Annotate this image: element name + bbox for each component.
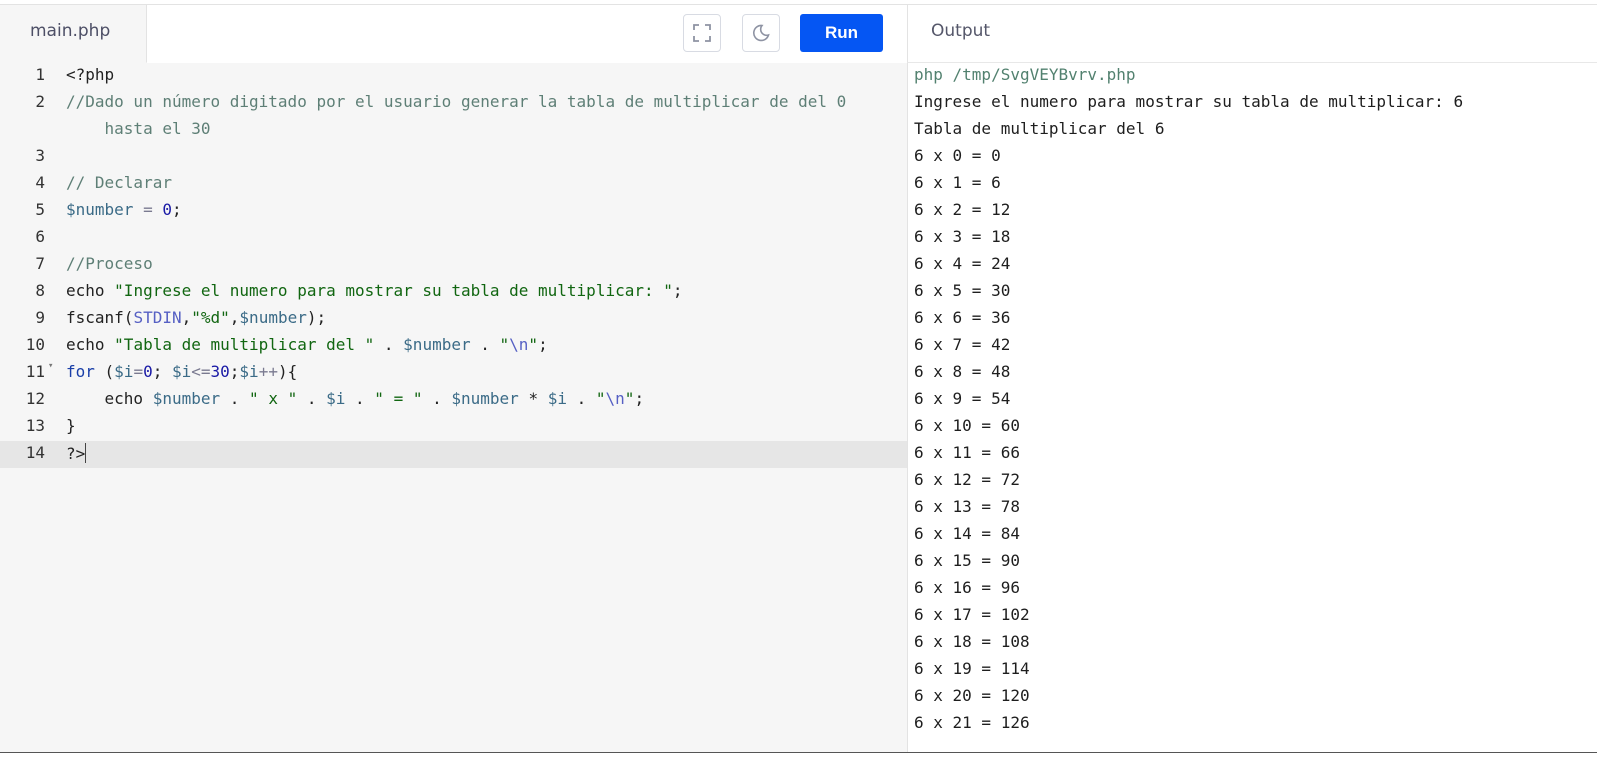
line-number: 5 — [35, 200, 45, 219]
output-line: Tabla de multiplicar del 6 — [914, 119, 1165, 138]
output-line: 6 x 7 = 42 — [914, 335, 1011, 354]
code-line[interactable]: 10 echo "Tabla de multiplicar del " . $nu… — [0, 333, 907, 360]
code-line[interactable]: 1 <?php — [0, 63, 907, 90]
code-text: echo $number . " x " . $i . " = " . $num… — [66, 389, 645, 408]
fullscreen-button[interactable] — [683, 14, 721, 52]
editor-toolbar: main.php Run — [0, 5, 907, 64]
code-line[interactable]: 3 — [0, 144, 907, 171]
line-number: 10 — [25, 335, 45, 354]
code-line[interactable]: 11 ▾ for ($i=0; $i<=30;$i++){ — [0, 360, 907, 387]
fullscreen-icon — [693, 24, 711, 42]
text-cursor — [85, 443, 87, 463]
output-line: 6 x 16 = 96 — [914, 578, 1020, 597]
output-line: 6 x 15 = 90 — [914, 551, 1020, 570]
code-text: //Dado un número digitado por el usuario… — [66, 92, 847, 111]
output-line: 6 x 9 = 54 — [914, 389, 1011, 408]
output-line: 6 x 3 = 18 — [914, 227, 1011, 246]
code-line[interactable]: 5 $number = 0; — [0, 198, 907, 225]
output-line: 6 x 11 = 66 — [914, 443, 1020, 462]
code-text: // Declarar — [66, 173, 172, 192]
code-editor[interactable]: 1 <?php 2 //Dado un número digitado por el … — [0, 63, 907, 767]
output-line: 6 x 13 = 78 — [914, 497, 1020, 516]
code-line[interactable]: 2 //Dado un número digitado por el usuari… — [0, 90, 907, 117]
code-text: echo "Tabla de multiplicar del " . $numb… — [66, 335, 548, 354]
output-line: 6 x 18 = 108 — [914, 632, 1030, 651]
line-number: 3 — [35, 146, 45, 165]
output-line: 6 x 20 = 120 — [914, 686, 1030, 705]
fold-arrow-icon[interactable]: ▾ — [48, 361, 53, 371]
line-number: 1 — [35, 65, 45, 84]
tab-label: main.php — [30, 21, 111, 41]
output-line: 6 x 17 = 102 — [914, 605, 1030, 624]
code-line[interactable]: hasta el 30 — [0, 117, 907, 144]
line-number: 13 — [25, 416, 45, 435]
output-line: 6 x 4 = 24 — [914, 254, 1011, 273]
code-line[interactable]: 8 echo "Ingrese el numero para mostrar su… — [0, 279, 907, 306]
code-text: ?> — [66, 443, 87, 463]
line-number: 4 — [35, 173, 45, 192]
code-text: $number = 0; — [66, 200, 182, 219]
output-panel: php /tmp/SvgVEYBvrv.php Ingrese el numer… — [907, 63, 1597, 752]
code-text: <?php — [66, 65, 115, 84]
line-number: 7 — [35, 254, 45, 273]
bottom-bar — [0, 752, 1597, 768]
output-line: 6 x 14 = 84 — [914, 524, 1020, 543]
line-number: 14 — [25, 443, 45, 462]
output-line: Ingrese el numero para mostrar su tabla … — [914, 92, 1464, 111]
line-number: 6 — [35, 227, 45, 246]
code-line[interactable]: 13} — [0, 414, 907, 441]
output-line: 6 x 1 = 6 — [914, 173, 1001, 192]
output-line: 6 x 19 = 114 — [914, 659, 1030, 678]
code-line[interactable]: 4 // Declarar — [0, 171, 907, 198]
output-line: 6 x 0 = 0 — [914, 146, 1001, 165]
output-line: 6 x 5 = 30 — [914, 281, 1011, 300]
code-text: hasta el 30 — [66, 119, 211, 138]
line-number: 8 — [35, 281, 45, 300]
output-line: 6 x 21 = 126 — [914, 713, 1030, 732]
code-text: for ($i=0; $i<=30;$i++){ — [66, 362, 298, 381]
code-text: fscanf(STDIN,"%d",$number); — [66, 308, 327, 327]
code-line[interactable]: 6 — [0, 225, 907, 252]
output-header: Output — [907, 5, 1597, 63]
output-line: 6 x 2 = 12 — [914, 200, 1011, 219]
code-line[interactable]: 7 //Proceso — [0, 252, 907, 279]
code-text: echo "Ingrese el numero para mostrar su … — [66, 281, 683, 300]
code-line-active[interactable]: 14 ?> — [0, 441, 907, 468]
code-text: } — [66, 416, 76, 435]
output-line: 6 x 12 = 72 — [914, 470, 1020, 489]
output-line: 6 x 8 = 48 — [914, 362, 1011, 381]
output-line: 6 x 6 = 36 — [914, 308, 1011, 327]
line-number: 11 — [25, 362, 45, 381]
moon-icon — [753, 24, 770, 42]
run-button[interactable]: Run — [800, 14, 883, 52]
line-number: 12 — [25, 389, 45, 408]
output-line: 6 x 10 = 60 — [914, 416, 1020, 435]
theme-toggle-button[interactable] — [742, 14, 780, 52]
code-text: //Proceso — [66, 254, 153, 273]
line-number: 9 — [35, 308, 45, 327]
tab-main-php[interactable]: main.php — [0, 5, 147, 63]
output-command: php /tmp/SvgVEYBvrv.php — [914, 65, 1136, 84]
code-line[interactable]: 12 echo $number . " x " . $i . " = " . $… — [0, 387, 907, 414]
output-title: Output — [931, 21, 991, 41]
code-line[interactable]: 9 fscanf(STDIN,"%d",$number); — [0, 306, 907, 333]
line-number: 2 — [35, 92, 45, 111]
